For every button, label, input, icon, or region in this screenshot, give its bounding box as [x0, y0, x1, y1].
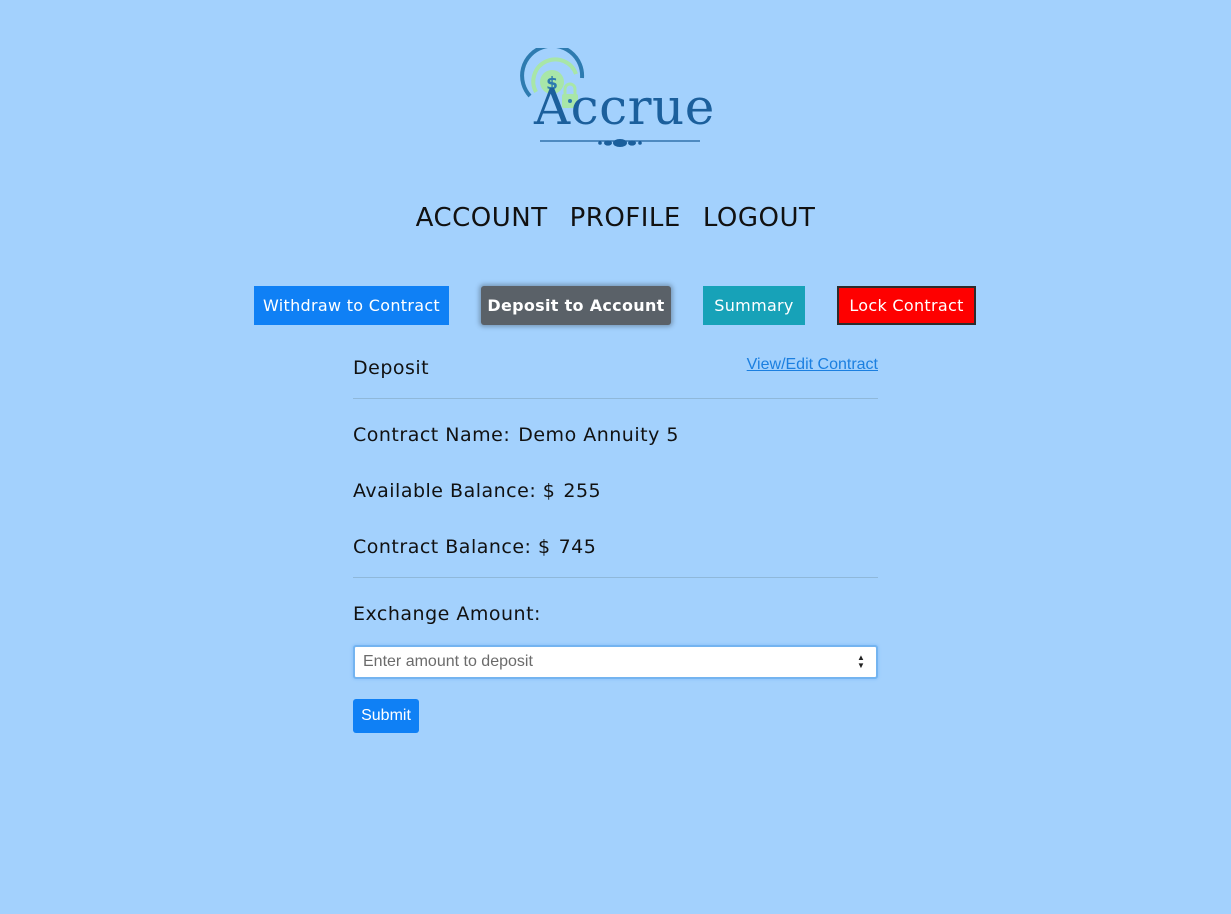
spinner-down-icon[interactable]: ▼ — [857, 662, 865, 670]
contract-name-row: Contract Name: Demo Annuity 5 — [353, 424, 679, 446]
available-balance-label: Available Balance: $ — [353, 480, 556, 502]
card-title: Deposit — [353, 357, 430, 379]
logo-flourish — [540, 139, 700, 147]
divider — [353, 577, 878, 578]
contract-name-label: Contract Name: — [353, 424, 511, 446]
page: $ Accrue ACCOUNT PROFILE LOGOUT Withdraw… — [0, 0, 1231, 914]
amount-input[interactable] — [355, 653, 854, 671]
lock-contract-button[interactable]: Lock Contract — [837, 286, 976, 325]
number-spinner[interactable]: ▲ ▼ — [854, 654, 868, 670]
brand-wordmark: Accrue — [534, 78, 715, 136]
amount-field[interactable]: ▲ ▼ — [353, 645, 878, 679]
contract-balance-row: Contract Balance: $ 745 — [353, 536, 596, 558]
available-balance-row: Available Balance: $ 255 — [353, 480, 601, 502]
nav-profile[interactable]: PROFILE — [570, 203, 681, 233]
submit-button[interactable]: Submit — [353, 699, 419, 733]
divider — [353, 398, 878, 399]
main-nav: ACCOUNT PROFILE LOGOUT — [0, 203, 1231, 233]
contract-name-value: Demo Annuity 5 — [518, 424, 679, 446]
deposit-to-account-button[interactable]: Deposit to Account — [481, 286, 671, 325]
withdraw-to-contract-button[interactable]: Withdraw to Contract — [254, 286, 449, 325]
brand-logo: $ Accrue — [520, 48, 720, 150]
available-balance-value: 255 — [563, 480, 602, 502]
contract-balance-value: 745 — [558, 536, 597, 558]
exchange-amount-label: Exchange Amount: — [353, 603, 541, 625]
summary-button[interactable]: Summary — [703, 286, 805, 325]
view-edit-contract-link[interactable]: View/Edit Contract — [747, 356, 878, 374]
nav-account[interactable]: ACCOUNT — [416, 203, 548, 233]
contract-balance-label: Contract Balance: $ — [353, 536, 551, 558]
nav-logout[interactable]: LOGOUT — [703, 203, 816, 233]
